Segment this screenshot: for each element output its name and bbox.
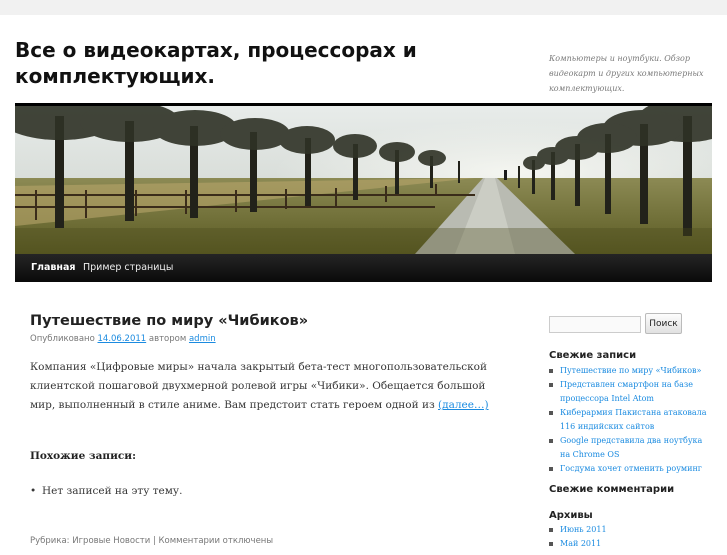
- site-description: Компьютеры и ноутбуки. Обзор видеокарт и…: [549, 54, 704, 93]
- main-navigation: Главная Пример страницы: [15, 254, 712, 282]
- header-image: [15, 106, 712, 254]
- square-bullet-icon: [549, 383, 553, 387]
- square-bullet-icon: [549, 411, 553, 415]
- related-posts-title: Похожие записи:: [30, 450, 136, 462]
- related-posts-empty: Нет записей на эту тему.: [42, 485, 183, 497]
- related-posts-item: • Нет записей на эту тему.: [30, 485, 182, 497]
- square-bullet-icon: [549, 467, 553, 471]
- bullet-icon: •: [30, 485, 37, 497]
- recent-posts-title: Свежие записи: [549, 350, 637, 361]
- recent-post-link[interactable]: Кибер­армия Пакистана атаковала 116 инди…: [560, 408, 707, 431]
- list-item: Май 2011: [549, 537, 714, 551]
- archives-list: Июнь 2011 Май 2011: [549, 523, 714, 551]
- list-item: Июнь 2011: [549, 523, 714, 537]
- post-meta-prefix: Опубликовано: [30, 334, 95, 344]
- site-title[interactable]: Все о видеокартах, процессорах и комплек…: [15, 37, 435, 89]
- post-author-link[interactable]: admin: [189, 334, 216, 344]
- archive-link[interactable]: Июнь 2011: [560, 525, 607, 534]
- post-date-link[interactable]: 14.06.2011: [98, 334, 147, 344]
- search-input[interactable]: [549, 316, 641, 333]
- square-bullet-icon: [549, 369, 553, 373]
- archive-link[interactable]: Май 2011: [560, 539, 601, 548]
- square-bullet-icon: [549, 528, 553, 532]
- list-item: Представлен смартфон на базе процессора …: [549, 378, 714, 406]
- nav-item-sample-page[interactable]: Пример страницы: [83, 254, 173, 282]
- recent-posts-list: Путешествие по миру «Чибиков» Представле…: [549, 364, 714, 476]
- search-button[interactable]: Поиск: [645, 313, 682, 334]
- post-excerpt: Компания «Цифровые миры» начала закрытый…: [30, 361, 487, 411]
- list-item: Путешествие по миру «Чибиков»: [549, 364, 714, 378]
- square-bullet-icon: [549, 439, 553, 443]
- nav-item-home[interactable]: Главная: [31, 254, 76, 282]
- recent-post-link[interactable]: Google представила два ноутбука на Chrom…: [560, 436, 702, 459]
- page: Все о видеокартах, процессорах и комплек…: [0, 15, 727, 555]
- list-item: Кибер­армия Пакистана атаковала 116 инди…: [549, 406, 714, 434]
- post-title[interactable]: Путешествие по миру «Чибиков»: [30, 313, 308, 329]
- list-item: Госдума хочет отменить роуминг: [549, 462, 714, 476]
- read-more-link[interactable]: (далее…): [438, 399, 489, 411]
- post-meta: Опубликовано 14.06.2011 автором admin: [30, 334, 216, 344]
- recent-post-link[interactable]: Представлен смартфон на базе процессора …: [560, 380, 693, 403]
- recent-comments-title: Свежие комментарии: [549, 484, 675, 495]
- archives-title: Архивы: [549, 510, 593, 521]
- post-body: Компания «Цифровые миры» начала закрытый…: [30, 358, 505, 415]
- post-meta-author-prefix: автором: [148, 334, 187, 344]
- list-item: Google представила два ноутбука на Chrom…: [549, 434, 714, 462]
- square-bullet-icon: [549, 542, 553, 546]
- recent-post-link[interactable]: Путешествие по миру «Чибиков»: [560, 366, 701, 375]
- recent-post-link[interactable]: Госдума хочет отменить роуминг: [560, 464, 702, 473]
